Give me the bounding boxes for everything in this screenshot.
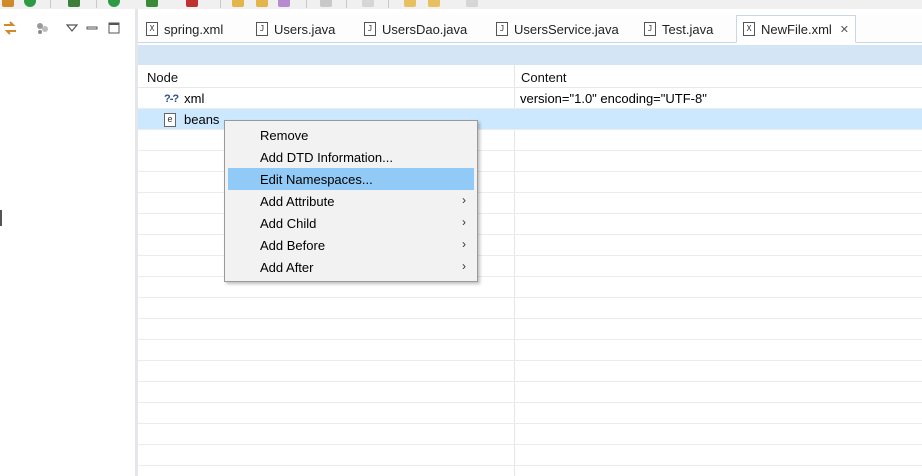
menu-item-remove[interactable]: Remove [228, 124, 474, 146]
node-name: xml [184, 91, 205, 106]
node-content: version="1.0" encoding="UTF-8" [520, 91, 707, 106]
menu-item-label: Remove [260, 128, 309, 143]
close-icon[interactable]: ✕ [840, 23, 849, 36]
menu-item-add-after[interactable]: Add After › [228, 256, 474, 278]
xml-file-icon: X [146, 22, 158, 36]
menu-item-add-before[interactable]: Add Before › [228, 234, 474, 256]
empty-row [138, 340, 922, 361]
tab-label: Test.java [662, 21, 714, 37]
context-menu: Remove Add DTD Information... Edit Names… [224, 120, 478, 282]
toolbar-icon[interactable] [320, 0, 332, 7]
java-file-icon: J [256, 22, 268, 36]
submenu-arrow-icon: › [462, 237, 466, 251]
column-header-node[interactable]: Node [147, 70, 178, 85]
forward-arrow-icon[interactable] [428, 0, 440, 7]
tab-label: UsersDao.java [382, 21, 468, 37]
tab-label: spring.xml [164, 21, 224, 37]
submenu-arrow-icon: › [462, 259, 466, 273]
menu-item-label: Add DTD Information... [260, 150, 393, 165]
menu-item-label: Add Before [260, 238, 326, 253]
menu-item-label: Add After [260, 260, 314, 275]
element-icon: e [164, 112, 176, 127]
toolbar-icon[interactable] [232, 0, 244, 7]
empty-row [138, 382, 922, 403]
panel-edge-marker [0, 210, 2, 226]
row-node-cell: e beans [164, 112, 219, 127]
toolbar-icon[interactable] [2, 0, 14, 7]
toolbar-icon[interactable] [68, 0, 80, 7]
toolbar-separator [388, 0, 389, 8]
menu-item-add-child[interactable]: Add Child › [228, 212, 474, 234]
left-panel-toolbar [0, 9, 135, 43]
empty-row [138, 319, 922, 340]
tab-newfile-xml[interactable]: X NewFile.xml ✕ [736, 15, 857, 43]
empty-row [138, 403, 922, 424]
tab-usersservice-java[interactable]: J UsersService.java [496, 16, 619, 42]
tab-users-java[interactable]: J Users.java [256, 16, 335, 42]
toolbar-icon[interactable] [256, 0, 268, 7]
editor-tab-bar: X spring.xml J Users.java J UsersDao.jav… [138, 15, 922, 43]
java-file-icon: J [364, 22, 376, 36]
tab-label: NewFile.xml [761, 21, 832, 37]
left-panel [0, 9, 135, 476]
processing-instruction-icon: ?-? [164, 92, 179, 105]
java-file-icon: J [644, 22, 656, 36]
xml-file-icon: X [743, 22, 755, 36]
menu-item-edit-namespaces[interactable]: Edit Namespaces... [228, 168, 474, 190]
toolbar-icon[interactable] [362, 0, 374, 7]
menu-item-label: Edit Namespaces... [260, 172, 373, 187]
toolbar-icon[interactable] [466, 0, 478, 7]
empty-row [138, 445, 922, 466]
empty-row [138, 424, 922, 445]
node-name: beans [184, 112, 220, 127]
row-node-cell: ?-? xml [164, 91, 204, 106]
toolbar-icon[interactable] [24, 0, 36, 7]
toolbar-icon[interactable] [146, 0, 158, 7]
java-file-icon: J [496, 22, 508, 36]
focus-icon[interactable] [34, 20, 50, 36]
menu-item-add-dtd-information[interactable]: Add DTD Information... [228, 146, 474, 168]
view-menu-icon[interactable] [64, 20, 80, 36]
main-toolbar [0, 0, 922, 9]
link-with-editor-icon[interactable] [2, 20, 18, 36]
tab-spring-xml[interactable]: X spring.xml [146, 16, 223, 42]
submenu-arrow-icon: › [462, 193, 466, 207]
submenu-arrow-icon: › [462, 215, 466, 229]
toolbar-separator [346, 0, 347, 8]
table-row[interactable]: ?-? xml version="1.0" encoding="UTF-8" [138, 88, 922, 109]
toolbar-icon[interactable] [186, 0, 198, 7]
tab-test-java[interactable]: J Test.java [644, 16, 713, 42]
tab-label: UsersService.java [514, 21, 619, 37]
toolbar-icon[interactable] [108, 0, 120, 7]
toolbar-separator [306, 0, 307, 8]
table-header: Node Content [138, 65, 922, 88]
column-header-content[interactable]: Content [521, 70, 567, 85]
menu-item-label: Add Child [260, 216, 317, 231]
design-view-header-strip [138, 45, 922, 65]
maximize-icon[interactable] [106, 20, 122, 36]
minimize-icon[interactable] [84, 20, 100, 36]
toolbar-icon[interactable] [278, 0, 290, 7]
empty-row [138, 298, 922, 319]
toolbar-separator [220, 0, 221, 8]
toolbar-separator [50, 0, 51, 8]
tab-label: Users.java [274, 21, 336, 37]
menu-item-label: Add Attribute [260, 194, 335, 209]
menu-item-add-attribute[interactable]: Add Attribute › [228, 190, 474, 212]
tab-usersdao-java[interactable]: J UsersDao.java [364, 16, 467, 42]
empty-row [138, 361, 922, 382]
toolbar-separator [96, 0, 97, 8]
back-arrow-icon[interactable] [404, 0, 416, 7]
